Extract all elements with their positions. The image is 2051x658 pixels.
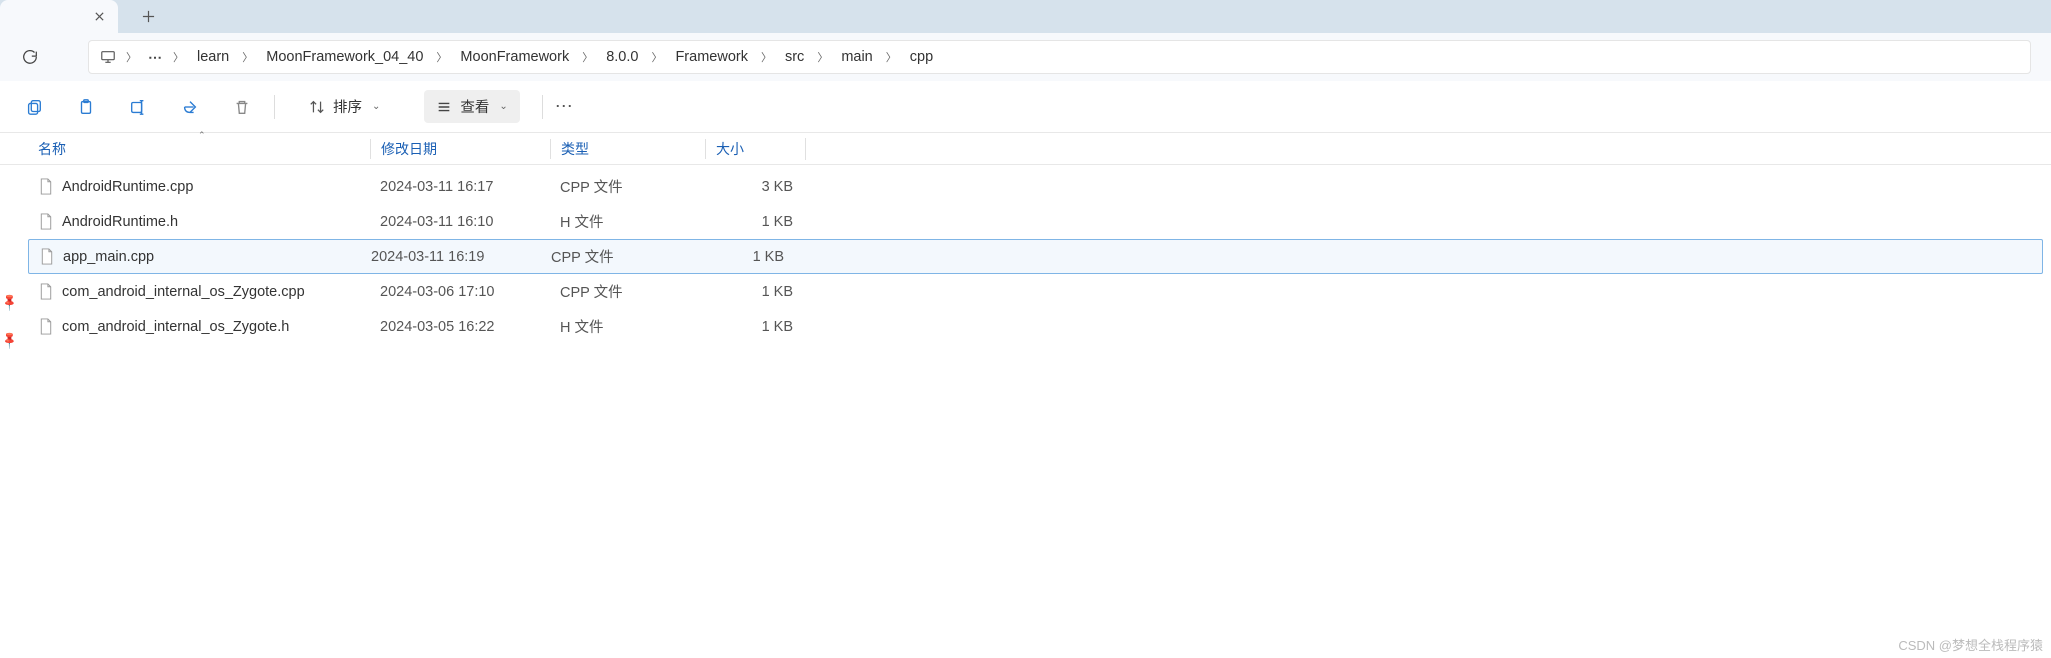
chevron-right-icon: 〉 [758,49,775,65]
file-size: 1 KB [705,284,805,300]
file-name: AndroidRuntime.h [62,214,178,230]
breadcrumb[interactable]: 〉 ⋯ 〉 learn 〉 MoonFramework_04_40 〉 Moon… [88,40,2031,74]
refresh-button[interactable] [20,47,40,67]
file-icon [38,282,54,302]
monitor-icon [99,48,117,66]
file-modified: 2024-03-05 16:22 [370,319,550,335]
breadcrumb-item[interactable]: src [781,49,808,65]
header-size[interactable]: 大小 [705,139,805,159]
divider [805,138,806,160]
column-headers: ⌃ 名称 修改日期 类型 大小 [0,133,2051,165]
breadcrumb-item[interactable]: main [837,49,876,65]
file-row[interactable]: AndroidRuntime.h 2024-03-11 16:10 H 文件 1… [0,204,2051,239]
toolbar: 排序 ⌄ 查看 ⌄ ⋯ [0,81,2051,133]
chevron-right-icon: 〉 [239,49,256,65]
active-tab[interactable] [0,0,118,33]
breadcrumb-item[interactable]: 8.0.0 [602,49,642,65]
divider [274,95,275,119]
file-icon [38,177,54,197]
nav-bar: 〉 ⋯ 〉 learn 〉 MoonFramework_04_40 〉 Moon… [0,33,2051,81]
file-type: H 文件 [550,316,705,337]
file-name: AndroidRuntime.cpp [62,179,193,195]
breadcrumb-item[interactable]: cpp [906,49,937,65]
file-row[interactable]: app_main.cpp 2024-03-11 16:19 CPP 文件 1 K… [28,239,2043,274]
divider [542,95,543,119]
file-modified: 2024-03-11 16:17 [370,179,550,195]
copy-icon[interactable] [24,97,44,117]
file-list: 📌 📌 AndroidRuntime.cpp 2024-03-11 16:17 … [0,165,2051,344]
file-type: CPP 文件 [550,281,705,302]
chevron-down-icon: ⌄ [372,101,380,112]
chevron-right-icon: 〉 [814,49,831,65]
file-row[interactable]: com_android_internal_os_Zygote.h 2024-03… [0,309,2051,344]
chevron-right-icon: 〉 [883,49,900,65]
share-icon[interactable] [180,97,200,117]
new-tab-button[interactable] [130,0,166,33]
header-modified[interactable]: 修改日期 [370,139,550,159]
breadcrumb-item[interactable]: Framework [671,49,752,65]
file-icon [39,247,55,267]
chevron-right-icon: 〉 [170,49,187,65]
file-name: com_android_internal_os_Zygote.h [62,319,289,335]
file-modified: 2024-03-06 17:10 [370,284,550,300]
breadcrumb-item[interactable]: MoonFramework_04_40 [262,49,427,65]
breadcrumb-item[interactable]: learn [193,49,233,65]
header-type[interactable]: 类型 [550,139,705,159]
file-icon [38,317,54,337]
sort-indicator-icon: ⌃ [198,130,206,141]
chevron-right-icon: 〉 [433,49,450,65]
tab-bar [0,0,2051,33]
close-tab-icon[interactable] [90,8,108,26]
file-type: CPP 文件 [550,176,705,197]
file-icon [38,212,54,232]
file-row[interactable]: com_android_internal_os_Zygote.cpp 2024-… [0,274,2051,309]
chevron-right-icon: 〉 [648,49,665,65]
breadcrumb-item[interactable]: MoonFramework [456,49,573,65]
file-size: 1 KB [705,214,805,230]
file-name: com_android_internal_os_Zygote.cpp [62,284,305,300]
file-type: H 文件 [550,211,705,232]
file-modified: 2024-03-11 16:10 [370,214,550,230]
breadcrumb-overflow[interactable]: ⋯ [146,49,164,66]
watermark: CSDN @梦想全栈程序猿 [1898,635,2043,654]
sort-button[interactable]: 排序 ⌄ [297,90,392,123]
file-modified: 2024-03-11 16:19 [361,249,541,265]
file-name: app_main.cpp [63,249,154,265]
rename-icon[interactable] [128,97,148,117]
header-name[interactable]: 名称 [38,139,370,159]
file-type: CPP 文件 [541,246,696,267]
view-button[interactable]: 查看 ⌄ [424,90,519,123]
paste-icon[interactable] [76,97,96,117]
view-label: 查看 [460,96,489,117]
file-size: 1 KB [705,319,805,335]
chevron-right-icon: 〉 [123,49,140,65]
chevron-right-icon: 〉 [579,49,596,65]
more-button[interactable]: ⋯ [555,96,575,117]
file-size: 1 KB [696,249,796,265]
sort-label: 排序 [333,96,362,117]
chevron-down-icon: ⌄ [499,101,507,112]
delete-icon[interactable] [232,97,252,117]
file-size: 3 KB [705,179,805,195]
file-row[interactable]: AndroidRuntime.cpp 2024-03-11 16:17 CPP … [0,169,2051,204]
